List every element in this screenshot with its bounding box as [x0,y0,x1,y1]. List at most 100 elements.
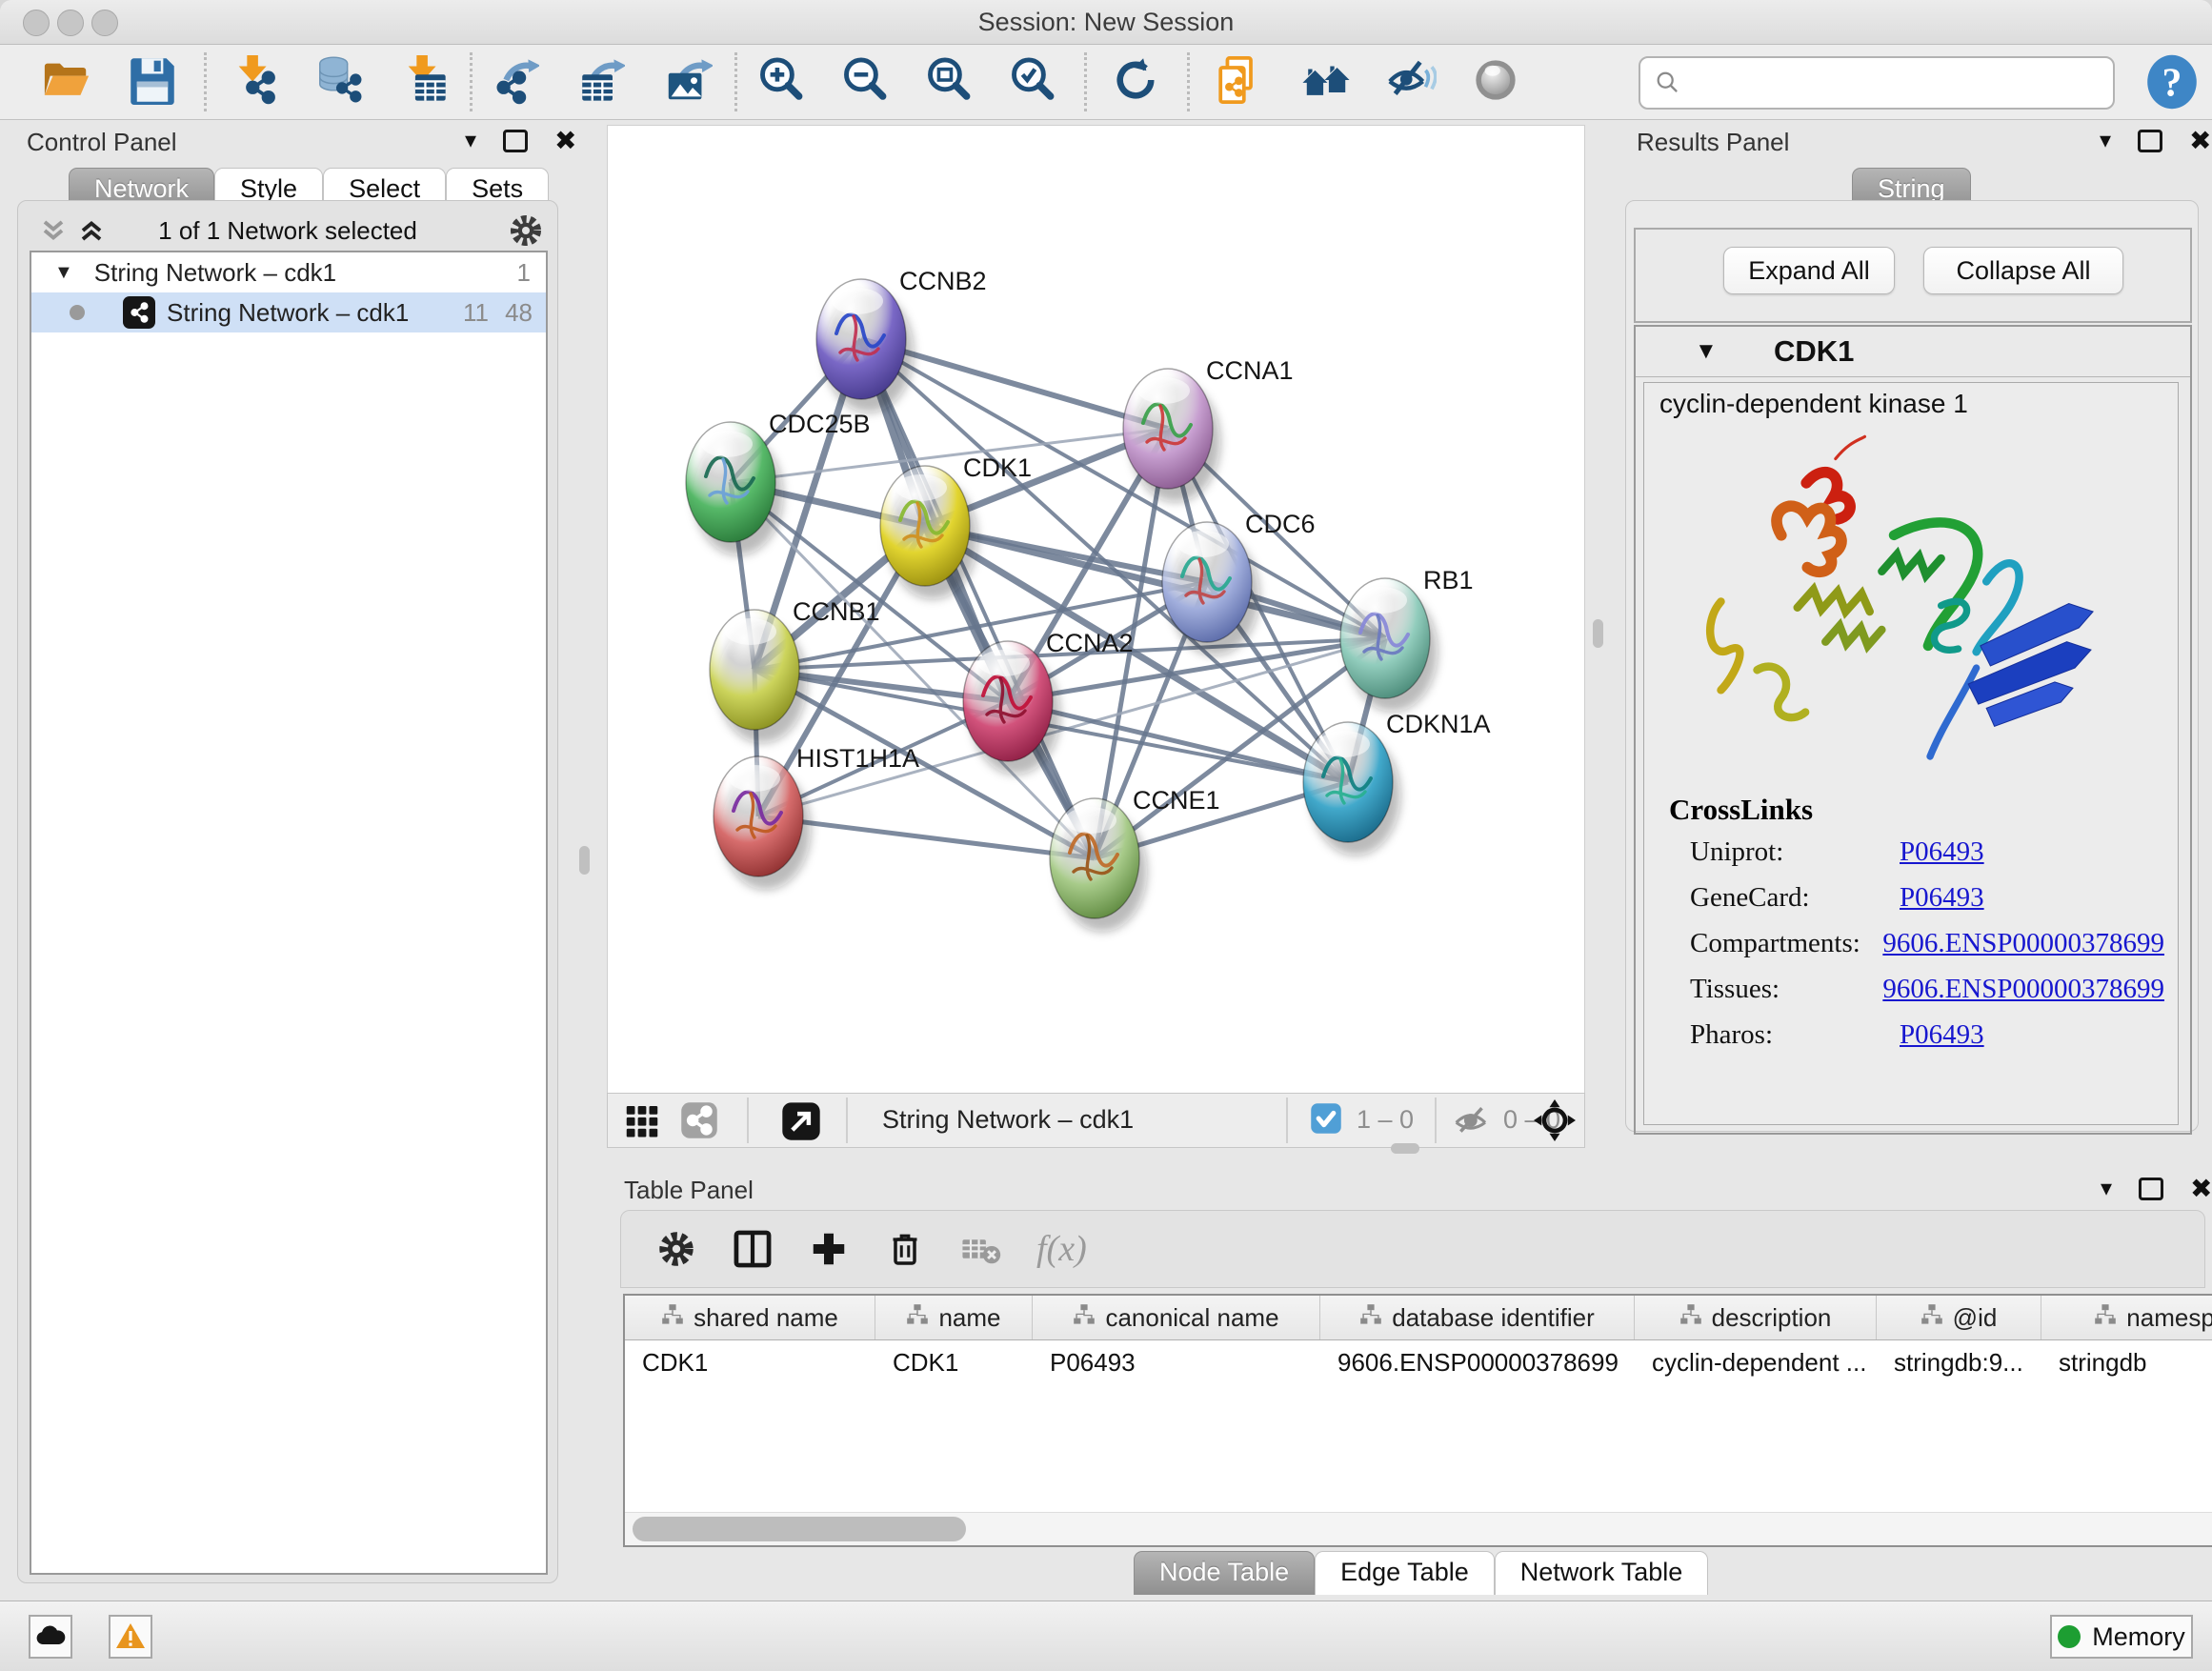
import-table-file-button[interactable] [397,54,452,110]
table-cell[interactable]: CDK1 [625,1348,875,1378]
network-share-view-icon[interactable] [680,1101,718,1144]
column-header-description[interactable]: description [1635,1296,1877,1339]
show-graphics-orb-button[interactable] [1468,54,1523,110]
export-network-icon [490,55,539,110]
export-image-button[interactable] [660,54,715,110]
import-network-database-button[interactable] [312,54,367,110]
collection-count: 1 [517,258,531,288]
show-columns-icon[interactable] [732,1228,774,1270]
column-header-shared-name[interactable]: shared name [625,1296,875,1339]
network-node-RB1[interactable]: RB1 [1340,566,1474,712]
duplicate-pages-button[interactable] [1211,54,1266,110]
table-cell[interactable]: P06493 [1033,1348,1320,1378]
zoom-out-button[interactable] [837,54,893,110]
gene-collapse-icon[interactable]: ▼ [1695,338,1718,365]
detach-view-icon[interactable] [781,1101,821,1146]
network-options-gear-icon[interactable] [508,212,544,253]
memory-button[interactable]: Memory [2050,1615,2193,1659]
zoom-in-button[interactable] [754,54,809,110]
crosslink-value-link[interactable]: 9606.ENSP00000378699 [1882,928,2164,959]
network-collection-row[interactable]: ▼ String Network – cdk1 1 [31,252,546,292]
grid-view-icon[interactable] [623,1101,661,1144]
crosslink-value-link[interactable]: P06493 [1900,1019,1984,1051]
collapse-panel-icon[interactable]: ▾ [465,130,476,152]
table-horizontal-scrollbar[interactable] [625,1512,2212,1545]
duplicate-pages-icon [1214,55,1263,110]
table-cell[interactable]: stringdb [2041,1348,2212,1378]
hidden-eye-icon[interactable] [1452,1101,1492,1144]
tab-network-table[interactable]: Network Table [1495,1551,1709,1595]
network-node-CDC25B[interactable]: CDC25B [686,410,871,555]
table-row[interactable]: CDK1CDK1P064939606.ENSP00000378699cyclin… [625,1340,2212,1384]
network-node-CCNA2[interactable]: CCNA2 [963,629,1134,775]
float-table-icon[interactable] [2139,1178,2163,1200]
open-session-button[interactable] [39,54,94,110]
string-homes-button[interactable] [1298,54,1354,110]
expand-all-button[interactable]: Expand All [1723,247,1895,294]
float-results-icon[interactable] [2138,130,2162,152]
close-results-icon[interactable]: ✖ [2189,128,2211,154]
function-builder-icon[interactable]: f(x) [1036,1228,1087,1270]
column-header-@id[interactable]: @id [1877,1296,2041,1339]
node-label-CDC25B: CDC25B [769,410,871,438]
close-table-icon[interactable]: ✖ [2190,1176,2212,1202]
hide-graphics-details-button[interactable] [1384,54,1439,110]
delete-column-icon[interactable] [884,1228,926,1270]
zoom-selected-button[interactable] [1005,54,1060,110]
network-row[interactable]: String Network – cdk1 11 48 [31,292,546,332]
gene-section-header[interactable]: ▼ CDK1 [1636,327,2190,377]
table-cell[interactable]: CDK1 [875,1348,1033,1378]
import-network-file-button[interactable] [228,54,283,110]
refresh-button[interactable] [1108,54,1163,110]
table-cell[interactable]: stringdb:9... [1877,1348,2041,1378]
network-node-CCNB2[interactable]: CCNB2 [816,267,987,413]
table-gear-icon[interactable] [655,1228,697,1270]
table-cell[interactable]: cyclin-dependent ... [1635,1348,1877,1378]
column-header-database-identifier[interactable]: database identifier [1320,1296,1635,1339]
tab-edge-table[interactable]: Edge Table [1315,1551,1495,1595]
control-panel-title: Control Panel [27,128,177,157]
save-session-icon [128,55,177,110]
network-node-HIST1H1A[interactable]: HIST1H1A [714,744,919,890]
crosslink-value-link[interactable]: P06493 [1900,836,1984,868]
scrollbar-thumb[interactable] [633,1517,966,1541]
tab-node-table[interactable]: Node Table [1134,1551,1315,1595]
column-header-name[interactable]: name [875,1296,1033,1339]
window-title: Session: New Session [0,8,2212,37]
network-node-CDC6[interactable]: CDC6 [1162,510,1316,655]
network-edge[interactable] [861,339,1095,858]
left-splitter-handle[interactable] [579,846,590,875]
birdseye-view-icon[interactable] [1534,1099,1576,1146]
collapse-table-icon[interactable]: ▾ [2101,1178,2112,1200]
help-button[interactable]: ? [2145,54,2199,110]
save-session-button[interactable] [125,54,180,110]
warning-status-button[interactable] [109,1615,152,1659]
selected-checkbox-icon[interactable] [1309,1101,1343,1140]
search-field[interactable] [1639,56,2115,110]
network-graph[interactable]: CCNB2CCNA1CDC25BCDK1CDC6RB1CCNB1CCNA2CDK… [608,126,1584,1094]
crosslink-value-link[interactable]: 9606.ENSP00000378699 [1882,974,2164,1005]
network-node-CDKN1A[interactable]: CDKN1A [1303,710,1491,856]
column-header-canonical-name[interactable]: canonical name [1033,1296,1320,1339]
cloud-status-button[interactable] [29,1615,72,1659]
collapse-results-icon[interactable]: ▾ [2100,130,2111,152]
export-network-button[interactable] [487,54,542,110]
column-header-namespace[interactable]: namespace [2041,1296,2212,1339]
network-node-CCNB1[interactable]: CCNB1 [710,597,880,743]
zoom-fit-button[interactable] [921,54,976,110]
crosslink-value-link[interactable]: P06493 [1900,882,1984,914]
right-splitter-handle[interactable] [1593,619,1603,648]
network-node-CCNE1[interactable]: CCNE1 [1050,786,1220,932]
close-panel-icon[interactable]: ✖ [554,128,576,154]
table-cell[interactable]: 9606.ENSP00000378699 [1320,1348,1635,1378]
clear-table-icon[interactable] [960,1228,1002,1270]
collection-expand-icon[interactable]: ▼ [54,262,73,284]
network-view-canvas[interactable]: CCNB2CCNA1CDC25BCDK1CDC6RB1CCNB1CCNA2CDK… [607,125,1585,1095]
search-input[interactable] [1690,68,2113,99]
export-table-button[interactable] [573,54,628,110]
network-edge-count: 48 [505,298,533,328]
add-column-icon[interactable] [808,1228,850,1270]
network-node-CCNA1[interactable]: CCNA1 [1123,356,1294,502]
collapse-all-button[interactable]: Collapse All [1923,247,2123,294]
float-panel-icon[interactable] [503,130,528,152]
